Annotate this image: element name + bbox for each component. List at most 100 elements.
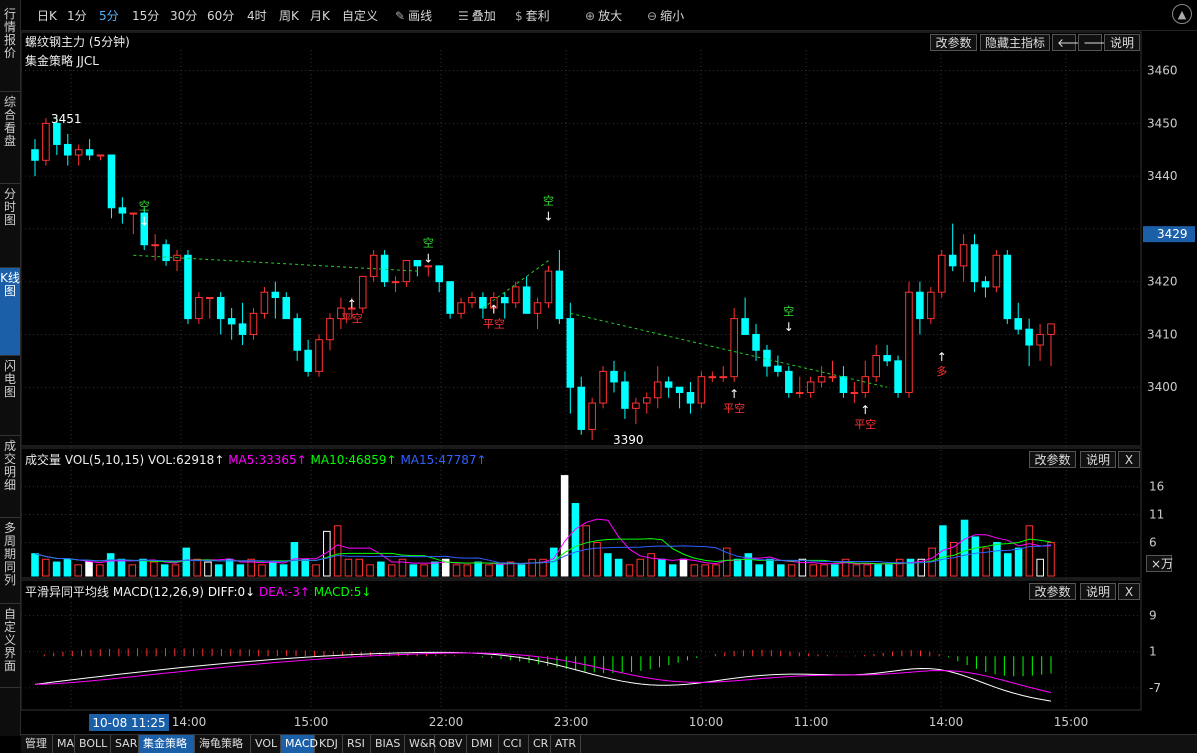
macd-title: 平滑异同平均线 MACD(12,26,9) DIFF:0↓ DEA:-3↑ MA… xyxy=(25,583,371,600)
volume-bar xyxy=(269,561,277,577)
indicator-tabs: 管理 MA BOLL SAR 集金策略 海龟策略 VOL MACD KDJ RSI BIAS W&R O… xyxy=(21,734,1197,753)
candle-body xyxy=(326,318,334,341)
trend-line xyxy=(570,312,888,388)
candle-body xyxy=(959,244,968,267)
indicator-tab-cci[interactable]: CCI xyxy=(499,735,529,753)
indicator-tab-rsi[interactable]: RSI xyxy=(343,735,371,753)
period-2[interactable]: 5分 xyxy=(99,7,119,24)
volume-bar xyxy=(809,564,817,577)
period-0[interactable]: 日K xyxy=(37,7,57,24)
volume-close-button[interactable]: X xyxy=(1118,451,1140,468)
volume-bar xyxy=(863,564,872,577)
candle-body xyxy=(927,291,935,320)
sidebar-tab-5[interactable]: 成交明细 xyxy=(0,436,20,518)
sidebar-tab-1[interactable]: 综合看盘 xyxy=(0,92,20,184)
candle-body xyxy=(610,370,618,383)
macd-help-button[interactable]: 说明 xyxy=(1080,583,1116,600)
candle-body xyxy=(948,254,957,267)
tool-label: 叠加 xyxy=(471,9,496,23)
volume-bar xyxy=(431,561,439,577)
volume-bar xyxy=(647,553,655,577)
candle-body xyxy=(391,281,400,284)
volume-bar xyxy=(312,564,320,577)
indicator-tab-sar[interactable]: SAR xyxy=(111,735,139,753)
volume-bar xyxy=(377,561,385,577)
indicator-tab-vol[interactable]: VOL xyxy=(251,735,281,753)
volume-bar xyxy=(766,558,774,577)
indicator-tab-dmi[interactable]: DMI xyxy=(467,735,499,753)
candle-body xyxy=(85,149,94,156)
candle-body xyxy=(293,318,301,351)
volume-bar xyxy=(344,558,353,577)
period-9[interactable]: 自定义 xyxy=(342,7,378,24)
tool-stack-button[interactable]: ☰ 叠加 xyxy=(458,7,496,24)
candle-body xyxy=(1003,254,1012,320)
volume-params-button[interactable]: 改参数 xyxy=(1029,451,1076,468)
sidebar-tab-4[interactable]: 闪电图 xyxy=(0,356,20,436)
prev-arrow-button[interactable]: 🡐 xyxy=(1052,34,1089,51)
indicator-tab-boll[interactable]: BOLL xyxy=(75,735,111,753)
candle-body xyxy=(1025,328,1033,346)
sidebar-tab-0[interactable]: 行情报价 xyxy=(0,4,20,92)
indicator-tab-集金策略[interactable]: 集金策略 xyxy=(139,735,195,753)
volume-tick-label: 6 xyxy=(1149,536,1157,550)
scroll-up-icon[interactable]: ▲ xyxy=(1172,4,1192,24)
period-4[interactable]: 30分 xyxy=(170,7,197,24)
volume-bar xyxy=(52,561,61,577)
sidebar-tab-7[interactable]: 自定义界面 xyxy=(0,604,20,688)
volume-bar xyxy=(139,558,147,577)
sidebar-tab-6[interactable]: 多周期同列 xyxy=(0,518,20,604)
volume-bar xyxy=(258,564,266,577)
macd-diff: DIFF:0↓ xyxy=(207,585,256,599)
next-arrow-button[interactable]: 🡒 xyxy=(1078,34,1115,51)
volume-bar xyxy=(787,564,796,577)
main-help-button[interactable]: 说明 xyxy=(1104,34,1140,51)
macd-params-button[interactable]: 改参数 xyxy=(1029,583,1076,600)
period-6[interactable]: 4时 xyxy=(247,7,267,24)
volume-bar xyxy=(182,547,191,577)
signal-short-label: 空 xyxy=(783,304,794,318)
indicator-tab-w&r[interactable]: W&R xyxy=(405,735,436,753)
volume-bar xyxy=(474,561,482,577)
tool-money-bag-button[interactable]: $ 套利 xyxy=(515,7,550,24)
volume-bar xyxy=(1025,525,1034,577)
indicator-tab-atr[interactable]: ATR xyxy=(551,735,581,753)
kline-chart[interactable]: 346034503440342034103400342934513390空↓↑平… xyxy=(21,30,1197,734)
candle-body xyxy=(861,376,870,393)
volume-bar xyxy=(420,564,428,577)
candle-body xyxy=(653,381,662,399)
period-8[interactable]: 月K xyxy=(310,7,330,24)
volume-help-button[interactable]: 说明 xyxy=(1080,451,1116,468)
indicator-tab-管理[interactable]: 管理 xyxy=(21,735,53,753)
period-3[interactable]: 15分 xyxy=(132,7,159,24)
indicator-tab-cr[interactable]: CR xyxy=(529,735,551,753)
tool-zoom-out-button[interactable]: ⊖ 缩小 xyxy=(647,7,684,24)
sidebar-tab-3[interactable]: K线图 xyxy=(0,268,20,356)
indicator-tab-海龟策略[interactable]: 海龟策略 xyxy=(195,735,251,753)
hide-main-indicator-button[interactable]: 隐藏主指标 xyxy=(980,34,1050,51)
volume-bar xyxy=(517,564,526,577)
period-5[interactable]: 60分 xyxy=(207,7,234,24)
indicator-tab-kdj[interactable]: KDJ xyxy=(315,735,343,753)
volume-bar xyxy=(117,558,126,577)
tool-zoom-in-button[interactable]: ⊕ 放大 xyxy=(585,7,622,24)
indicator-tab-bias[interactable]: BIAS xyxy=(371,735,405,753)
signal-cover-label: 平空 xyxy=(341,311,363,325)
tool-pencil-button[interactable]: ✎ 画线 xyxy=(395,7,432,24)
indicator-tab-ma[interactable]: MA xyxy=(53,735,75,753)
price-tick-label: 3460 xyxy=(1147,64,1178,78)
volume-bar xyxy=(831,564,839,577)
candle-body xyxy=(358,275,367,309)
volume-unit-button[interactable]: ×万 xyxy=(1146,555,1173,572)
sidebar-tab-2[interactable]: 分时图 xyxy=(0,184,20,268)
period-7[interactable]: 周K xyxy=(279,7,299,24)
tool-label: 画线 xyxy=(408,9,433,23)
main-params-button[interactable]: 改参数 xyxy=(930,34,977,51)
time-axis-label: 15:00 xyxy=(1054,715,1089,729)
indicator-tab-macd[interactable]: MACD xyxy=(281,735,318,753)
macd-close-button[interactable]: X xyxy=(1118,583,1140,600)
period-1[interactable]: 1分 xyxy=(67,7,87,24)
vol-ma10: MA10:46859↑ xyxy=(310,453,397,467)
indicator-tab-obv[interactable]: OBV xyxy=(435,735,467,753)
volume-bar xyxy=(160,564,169,577)
